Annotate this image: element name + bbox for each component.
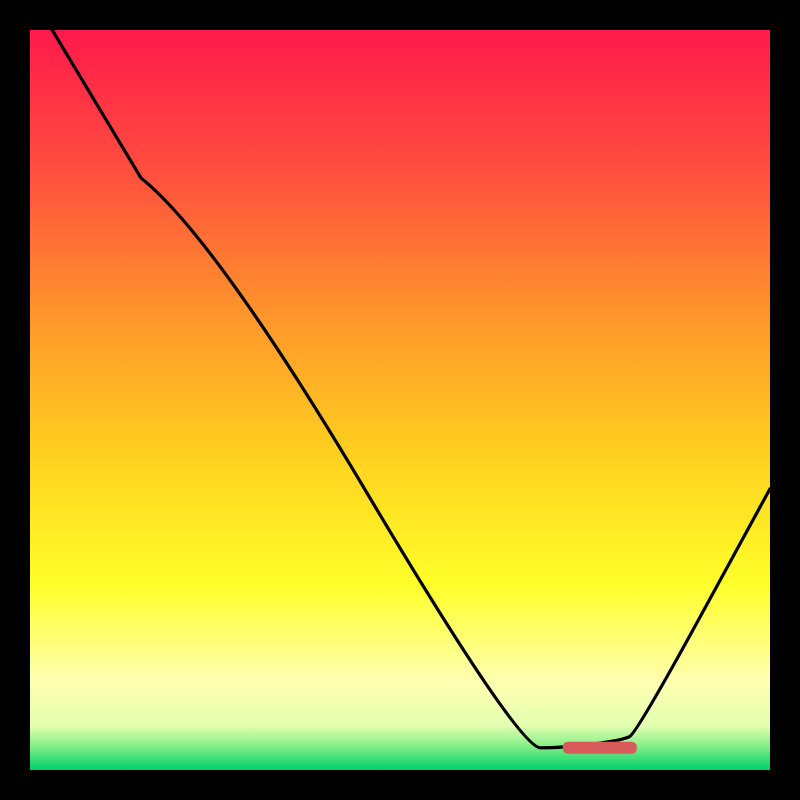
- frame-left: [0, 0, 30, 800]
- frame-bottom: [0, 770, 800, 800]
- chart-stage: TheBottleneck.com: [0, 0, 800, 800]
- chart-svg: [0, 0, 800, 800]
- frame-top: [0, 0, 800, 30]
- plot-background: [30, 30, 770, 770]
- frame-right: [770, 0, 800, 800]
- optimal-marker: [563, 742, 637, 754]
